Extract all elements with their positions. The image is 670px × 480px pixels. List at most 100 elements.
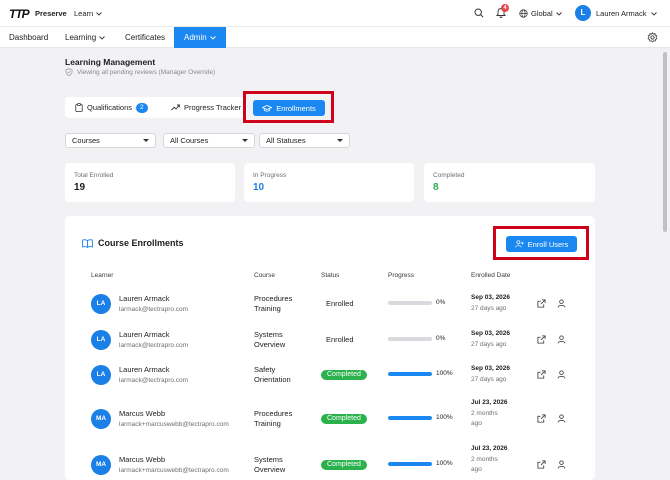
enrolled-ago-line1: 2 months — [471, 456, 498, 463]
progress-bar — [388, 301, 432, 305]
subtitle-text: Viewing all pending reviews (Manager Ove… — [77, 68, 216, 76]
course-name-line2: Training — [254, 304, 281, 313]
stat-in-progress: In Progress 10 — [244, 163, 414, 202]
user-icon[interactable] — [557, 414, 566, 423]
progress-percent: 0% — [436, 299, 446, 306]
gear-icon[interactable] — [647, 32, 658, 43]
course-name-line2: Training — [254, 419, 281, 428]
progress-bar — [388, 372, 432, 376]
nav-dashboard[interactable]: Dashboard — [9, 27, 48, 48]
chevron-down-icon — [242, 139, 248, 142]
type-filter[interactable]: Courses — [65, 133, 156, 148]
user-icon[interactable] — [557, 335, 566, 344]
progress-bar — [388, 416, 432, 420]
nav-certificates[interactable]: Certificates — [125, 27, 165, 48]
course-filter[interactable]: All Courses — [163, 133, 255, 148]
trending-up-icon — [171, 104, 180, 111]
progress-bar — [388, 462, 432, 466]
learner-avatar: MA — [91, 455, 111, 475]
course-name-line1: Safety — [254, 365, 276, 374]
stat-total-enrolled: Total Enrolled 19 — [65, 163, 235, 202]
column-header-status[interactable]: Status — [321, 272, 339, 279]
course-name-line1: Procedures — [254, 409, 293, 418]
progress-percent: 100% — [436, 460, 453, 467]
learn-menu[interactable]: Learn — [74, 9, 103, 18]
main-nav: Dashboard Learning Certificates Admin — [0, 26, 670, 48]
column-header-enrolled-date[interactable]: Enrolled Date — [471, 272, 510, 279]
course-name-line1: Systems — [254, 330, 283, 339]
chevron-down-icon — [99, 35, 105, 40]
enrolled-date: Sep 03, 2026 — [471, 330, 511, 337]
global-selector[interactable]: Global — [519, 9, 562, 18]
nav-admin-label: Admin — [184, 33, 207, 42]
status-badge: Completed — [321, 370, 367, 380]
column-header-course[interactable]: Course — [254, 272, 275, 279]
globe-icon — [519, 9, 528, 18]
user-avatar[interactable]: L — [575, 5, 591, 21]
page-scrollbar[interactable] — [663, 52, 667, 232]
user-plus-icon — [514, 240, 524, 248]
table-row[interactable]: MA Marcus Webb larmack+marcuswebb@tectrapr… — [65, 445, 595, 479]
column-header-learner[interactable]: Learner — [91, 272, 113, 279]
table-row[interactable]: LA Lauren Armack larmack@tectrapro.com Proc… — [65, 291, 595, 325]
course-name: Systems Overview — [254, 330, 314, 350]
nav-admin[interactable]: Admin — [174, 27, 226, 48]
user-icon[interactable] — [557, 460, 566, 469]
learner-avatar: LA — [91, 365, 111, 385]
user-icon[interactable] — [557, 370, 566, 379]
learner-avatar: LA — [91, 330, 111, 350]
table-row[interactable]: MA Marcus Webb larmack+marcuswebb@tectrapr… — [65, 399, 595, 433]
nav-learning[interactable]: Learning — [65, 27, 105, 48]
stat-label: Total Enrolled — [74, 172, 114, 179]
learner-name: Lauren Armack — [119, 294, 170, 303]
enrolled-ago: 27 days ago — [471, 376, 507, 383]
enrolled-ago-line2: ago — [471, 420, 482, 427]
enrolled-date: Jul 23, 2026 — [471, 445, 508, 452]
user-menu[interactable]: Lauren Armack — [596, 9, 658, 18]
status-badge: Completed — [321, 414, 367, 424]
progress-percent: 0% — [436, 335, 446, 342]
stat-completed: Completed 8 — [424, 163, 595, 202]
learner-email: larmack@tectrapro.com — [119, 342, 189, 349]
enroll-users-button[interactable]: Enroll Users — [506, 236, 577, 252]
table-row[interactable]: LA Lauren Armack larmack@tectrapro.com Syst… — [65, 327, 595, 361]
learner-avatar: LA — [91, 294, 111, 314]
enrolled-ago: 2 months ago — [471, 455, 531, 475]
page-title: Learning Management — [65, 57, 156, 67]
status-label: Enrolled — [326, 299, 354, 308]
course-enrollments-card: Course Enrollments Enroll Users Learner … — [65, 216, 595, 480]
search-icon[interactable] — [474, 8, 484, 18]
external-link-icon[interactable] — [537, 335, 546, 344]
external-link-icon[interactable] — [537, 414, 546, 423]
progress-percent: 100% — [436, 370, 453, 377]
nav-learning-label: Learning — [65, 33, 97, 42]
stat-value: 10 — [253, 182, 265, 193]
column-header-progress[interactable]: Progress — [388, 272, 414, 279]
top-bar: TTP Preserve Learn 4 Global L Lauren Arm… — [0, 0, 670, 26]
tab-progress-tracker[interactable]: Progress Tracker — [171, 97, 241, 118]
user-icon[interactable] — [557, 299, 566, 308]
learner-name: Lauren Armack — [119, 330, 170, 339]
tab-qualifications[interactable]: Qualifications 2 — [75, 97, 148, 118]
status-filter[interactable]: All Statuses — [259, 133, 350, 148]
course-name-line2: Orientation — [254, 375, 291, 384]
highlight-enroll-users: Enroll Users — [493, 226, 589, 260]
app-logo[interactable]: TTP — [9, 7, 30, 21]
course-name-line2: Overview — [254, 340, 286, 349]
brand-name: Preserve — [35, 9, 67, 18]
course-name: Procedures Training — [254, 409, 314, 429]
learner-email: larmack@tectrapro.com — [119, 377, 189, 384]
chevron-down-icon — [96, 11, 103, 16]
enrolled-ago: 27 days ago — [471, 305, 507, 312]
chevron-down-icon — [555, 11, 562, 16]
external-link-icon[interactable] — [537, 460, 546, 469]
table-row[interactable]: LA Lauren Armack larmack@tectrapro.com Safe… — [65, 362, 595, 396]
external-link-icon[interactable] — [537, 370, 546, 379]
enrolled-ago: 2 months ago — [471, 409, 531, 429]
learner-name: Marcus Webb — [119, 409, 166, 418]
user-name: Lauren Armack — [596, 9, 647, 18]
enrolled-ago: 27 days ago — [471, 341, 507, 348]
course-name: Procedures Training — [254, 294, 314, 314]
external-link-icon[interactable] — [537, 299, 546, 308]
tab-enrollments[interactable]: Enrollments — [253, 100, 325, 116]
